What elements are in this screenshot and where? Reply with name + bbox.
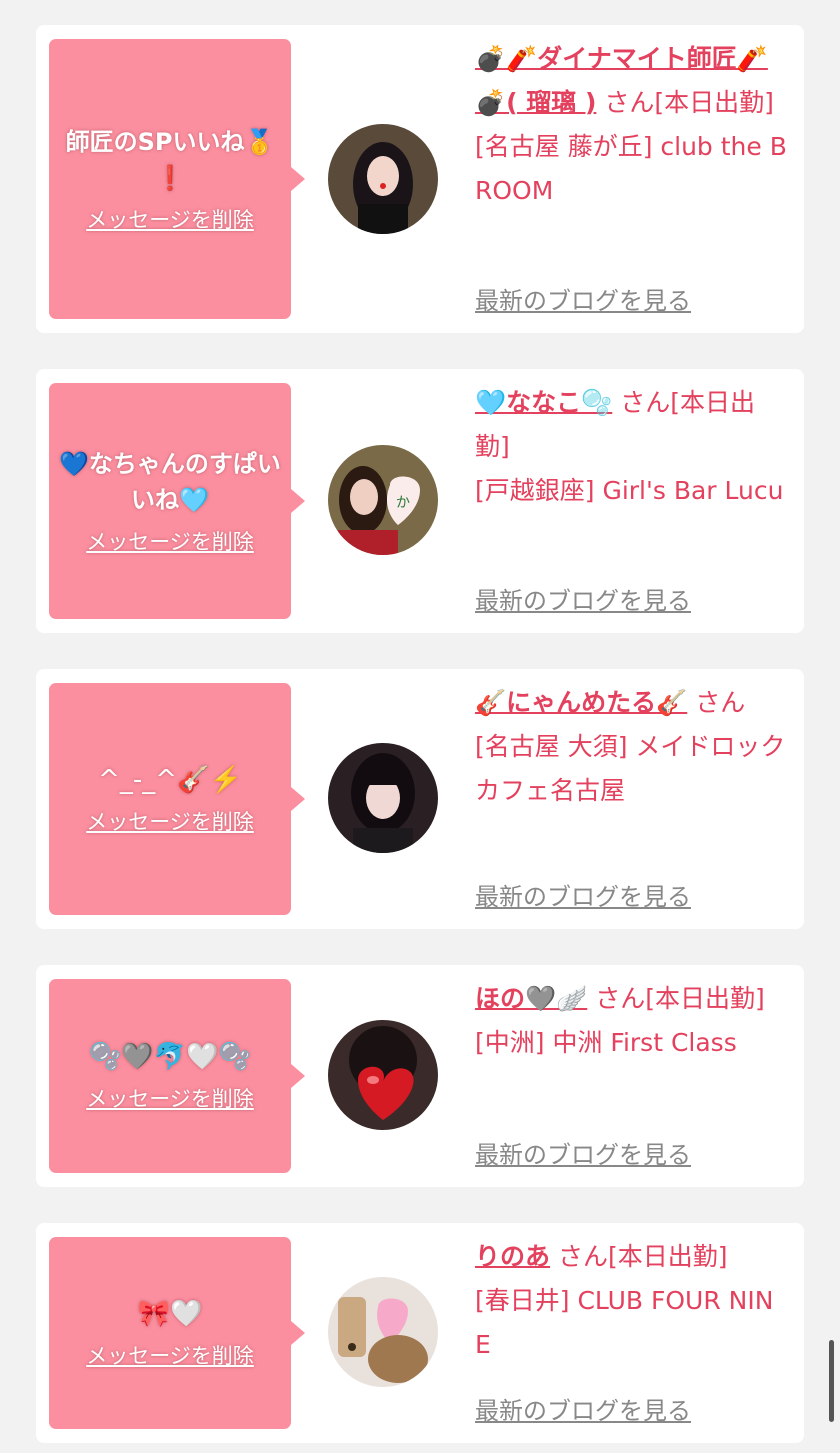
delete-message-link[interactable]: メッセージを削除	[86, 1083, 254, 1113]
latest-blog-link[interactable]: 最新のブログを見る	[475, 581, 691, 616]
avatar[interactable]: か	[328, 445, 438, 555]
cast-info: りのあ さん[本日出勤] [春日井] CLUB FOUR NINE	[475, 1235, 787, 1367]
message-text: 🎀🤍	[137, 1299, 203, 1329]
avatar[interactable]	[328, 124, 438, 234]
message-text: 師匠のSPいいね🥇❗️	[65, 128, 275, 192]
delete-message-link[interactable]: メッセージを削除	[86, 204, 254, 234]
cast-name-link[interactable]: 🎸にゃんめたる🎸	[475, 688, 687, 717]
cast-info: ほの🩶🪽 さん[本日出勤] [中洲] 中洲 First Class	[475, 977, 787, 1065]
shop-info: [戸越銀座] Girl's Bar Lucu	[475, 476, 784, 505]
cast-info: 🎸にゃんめたる🎸 さん [名古屋 大須] メイドロックカフェ名古屋	[475, 681, 787, 813]
cast-info: 🩵ななこ🫧 さん[本日出勤] [戸越銀座] Girl's Bar Lucu	[475, 381, 787, 513]
message-card: 💙なちゃんのすぱいいね🩵 メッセージを削除 か 🩵ななこ🫧 さん[本日出勤] […	[36, 369, 804, 633]
delete-message-link[interactable]: メッセージを削除	[86, 1340, 254, 1370]
cast-status: さん[本日出勤]	[587, 984, 765, 1013]
message-card: 師匠のSPいいね🥇❗️ メッセージを削除 💣🧨ダイナマイト師匠🧨💣( 瑠璃 ) …	[36, 25, 804, 333]
delete-message-link[interactable]: メッセージを削除	[86, 526, 254, 556]
message-bubble: ^_-_^🎸⚡️ メッセージを削除	[49, 683, 305, 915]
avatar[interactable]	[328, 1020, 438, 1130]
svg-text:か: か	[396, 495, 410, 511]
shop-info: [名古屋 藤が丘] club the BROOM	[475, 132, 787, 205]
cast-name-link[interactable]: ほの🩶🪽	[475, 984, 587, 1013]
shop-info: [中洲] 中洲 First Class	[475, 1028, 737, 1057]
latest-blog-link[interactable]: 最新のブログを見る	[475, 877, 691, 912]
shop-info: [名古屋 大須] メイドロックカフェ名古屋	[475, 732, 786, 805]
cast-status: さん[本日出勤]	[596, 88, 774, 117]
message-bubble: 💙なちゃんのすぱいいね🩵 メッセージを削除	[49, 383, 305, 619]
message-card: 🎀🤍 メッセージを削除 りのあ さん[本日出勤] [春日井] CLUB FOUR…	[36, 1223, 804, 1443]
shop-info: [春日井] CLUB FOUR NINE	[475, 1286, 774, 1359]
cast-status: さん	[687, 688, 746, 717]
avatar[interactable]	[328, 743, 438, 853]
message-text: 🫧🩶🐬🤍🫧	[89, 1042, 251, 1072]
latest-blog-link[interactable]: 最新のブログを見る	[475, 281, 691, 316]
message-text: 💙なちゃんのすぱいいね🩵	[59, 450, 281, 514]
scrollbar[interactable]	[829, 1340, 834, 1422]
message-bubble: 🎀🤍 メッセージを削除	[49, 1237, 305, 1429]
message-bubble: 🫧🩶🐬🤍🫧 メッセージを削除	[49, 979, 305, 1173]
avatar[interactable]	[328, 1277, 438, 1387]
message-card: ^_-_^🎸⚡️ メッセージを削除 🎸にゃんめたる🎸 さん [名古屋 大須] メ…	[36, 669, 804, 929]
delete-message-link[interactable]: メッセージを削除	[86, 806, 254, 836]
cast-info: 💣🧨ダイナマイト師匠🧨💣( 瑠璃 ) さん[本日出勤] [名古屋 藤が丘] cl…	[475, 37, 787, 213]
cast-status: さん[本日出勤]	[550, 1242, 728, 1271]
latest-blog-link[interactable]: 最新のブログを見る	[475, 1135, 691, 1170]
message-text: ^_-_^🎸⚡️	[98, 765, 242, 795]
latest-blog-link[interactable]: 最新のブログを見る	[475, 1391, 691, 1426]
cast-name-link[interactable]: りのあ	[475, 1242, 550, 1271]
cast-name-link[interactable]: 🩵ななこ🫧	[475, 388, 612, 417]
message-card: 🫧🩶🐬🤍🫧 メッセージを削除 ほの🩶🪽 さん[本日出勤] [中洲] 中洲 Fir…	[36, 965, 804, 1187]
message-bubble: 師匠のSPいいね🥇❗️ メッセージを削除	[49, 39, 305, 319]
